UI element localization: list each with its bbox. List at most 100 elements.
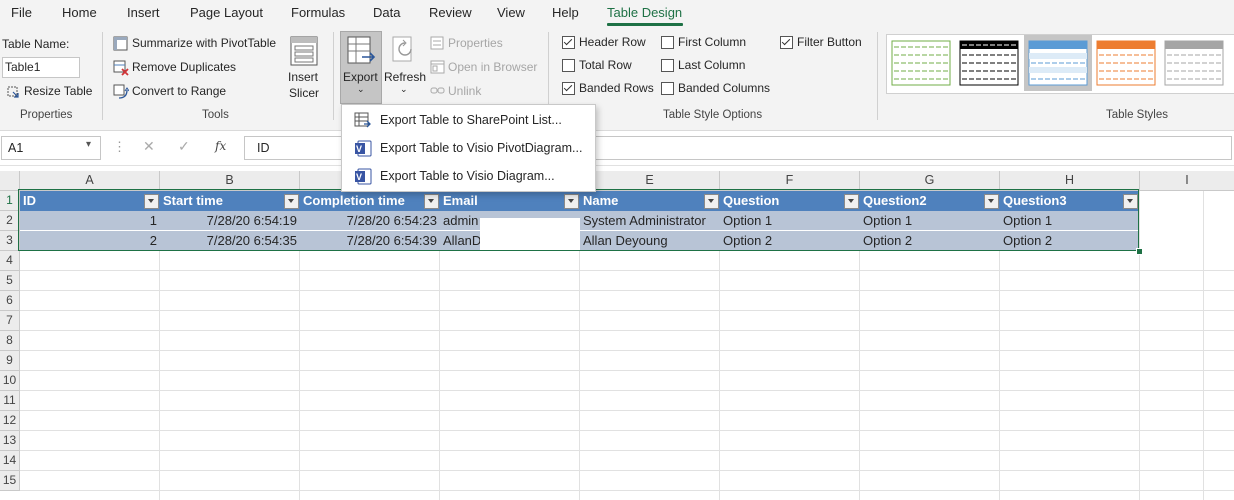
column-header-f[interactable]: F <box>720 171 860 191</box>
row-header-2[interactable]: 2 <box>0 211 20 231</box>
refresh-label: Refresh <box>384 70 427 84</box>
refresh-button[interactable]: Refresh ⌄ <box>383 32 427 102</box>
insert-slicer-button[interactable]: Insert Slicer <box>284 32 324 102</box>
row-header-5[interactable]: 5 <box>0 271 20 291</box>
table-style-gray-thumb[interactable] <box>1163 39 1225 87</box>
row-header-6[interactable]: 6 <box>0 291 20 311</box>
convert-to-range-button[interactable]: Convert to Range <box>112 83 242 101</box>
banded-rows-checkbox[interactable] <box>562 82 575 95</box>
confirm-icon[interactable]: ✓ <box>178 138 190 155</box>
table-name-value: Table1 <box>5 60 41 74</box>
group-separator <box>102 32 103 120</box>
tab-table-design[interactable]: Table Design <box>607 5 682 20</box>
export-visio-pivot-menu-item[interactable]: V Export Table to Visio PivotDiagram... <box>342 135 595 161</box>
insert-function-icon[interactable]: fx <box>215 139 226 153</box>
gridline <box>20 310 1234 311</box>
tab-file[interactable]: File <box>11 5 32 20</box>
column-header-g[interactable]: G <box>860 171 1000 191</box>
formula-bar-grip-icon[interactable]: ⋮ <box>113 139 126 155</box>
column-header-b[interactable]: B <box>160 171 300 191</box>
filter-button-checkbox[interactable] <box>780 36 793 49</box>
formula-content: ID <box>257 141 270 155</box>
active-tab-indicator <box>607 23 683 26</box>
table-styles-gallery <box>886 34 1234 94</box>
row-header-9[interactable]: 9 <box>0 351 20 371</box>
excel-table[interactable]: ID Start time Completion time Email Name… <box>18 189 1143 255</box>
export-button[interactable]: Export ⌄ <box>340 31 382 104</box>
group-separator <box>333 32 334 120</box>
export-chevron-icon: ⌄ <box>357 84 365 94</box>
export-sharepoint-label: Export Table to SharePoint List... <box>380 113 562 127</box>
row-header-7[interactable]: 7 <box>0 311 20 331</box>
visio-icon: V <box>355 140 372 157</box>
table-style-green-thumb[interactable] <box>890 39 952 87</box>
export-sharepoint-menu-item[interactable]: Export Table to SharePoint List... <box>342 107 595 133</box>
tab-home[interactable]: Home <box>62 5 97 20</box>
tab-insert[interactable]: Insert <box>127 5 160 20</box>
last-column-checkbox[interactable] <box>661 59 674 72</box>
column-header-h[interactable]: H <box>1000 171 1140 191</box>
row-header-11[interactable]: 11 <box>0 391 20 411</box>
table-styles-group-label: Table Styles <box>1106 109 1169 121</box>
slicer-icon <box>290 36 318 66</box>
column-header-e[interactable]: E <box>580 171 720 191</box>
formula-bar: A1 ▾ ⋮ ✕ ✓ fx ID <box>0 131 1234 166</box>
open-in-browser-button[interactable]: Open in Browser <box>429 59 544 77</box>
table-name-input[interactable]: Table1 <box>2 57 80 78</box>
resize-table-button[interactable]: Resize Table <box>2 83 97 101</box>
total-row-checkbox[interactable] <box>562 59 575 72</box>
remove-duplicates-button[interactable]: Remove Duplicates <box>112 59 242 77</box>
row-header-10[interactable]: 10 <box>0 371 20 391</box>
unlink-icon <box>430 87 445 94</box>
export-visio-diagram-menu-item[interactable]: V Export Table to Visio Diagram... <box>342 163 595 189</box>
gridline <box>20 350 1234 351</box>
table-style-blue-thumb[interactable] <box>1027 39 1089 87</box>
name-box[interactable]: A1 ▾ <box>1 136 101 160</box>
visio-icon: V <box>355 168 372 185</box>
tab-view[interactable]: View <box>497 5 525 20</box>
resize-table-label: Resize Table <box>24 84 93 98</box>
export-visio-pivot-label: Export Table to Visio PivotDiagram... <box>380 141 583 155</box>
gridline <box>1203 191 1204 500</box>
sharepoint-list-icon <box>354 112 371 128</box>
name-box-dropdown-icon[interactable]: ▾ <box>86 139 91 150</box>
summarize-pivottable-button[interactable]: Summarize with PivotTable <box>112 35 282 53</box>
group-separator <box>877 32 878 120</box>
tools-group-label: Tools <box>202 109 229 121</box>
banded-columns-checkbox[interactable] <box>661 82 674 95</box>
unlink-button[interactable]: Unlink <box>429 83 509 101</box>
row-header-1[interactable]: 1 <box>0 191 20 211</box>
worksheet-grid[interactable]: A B C D E F G H I 1 2 3 4 5 6 7 8 9 10 1… <box>0 171 1234 500</box>
tab-data[interactable]: Data <box>373 5 400 20</box>
column-header-i[interactable]: I <box>1140 171 1234 191</box>
tab-review[interactable]: Review <box>429 5 472 20</box>
row-header-12[interactable]: 12 <box>0 411 20 431</box>
table-style-orange-thumb[interactable] <box>1095 39 1157 87</box>
tab-formulas[interactable]: Formulas <box>291 5 345 20</box>
table-style-black-thumb[interactable] <box>958 39 1020 87</box>
table-style-options-group-label: Table Style Options <box>663 109 763 121</box>
tab-page-layout[interactable]: Page Layout <box>190 5 263 20</box>
svg-text:V: V <box>356 172 362 182</box>
row-header-14[interactable]: 14 <box>0 451 20 471</box>
row-header-4[interactable]: 4 <box>0 251 20 271</box>
first-column-label: First Column <box>678 35 747 49</box>
header-row-checkbox[interactable] <box>562 36 575 49</box>
row-header-13[interactable]: 13 <box>0 431 20 451</box>
row-header-8[interactable]: 8 <box>0 331 20 351</box>
properties-button[interactable]: Properties <box>429 35 539 53</box>
properties-group-label: Properties <box>20 109 73 121</box>
gridline <box>20 370 1234 371</box>
resize-handle[interactable] <box>1136 248 1143 255</box>
pivottable-icon <box>113 36 128 51</box>
first-column-checkbox[interactable] <box>661 36 674 49</box>
row-header-15[interactable]: 15 <box>0 471 20 491</box>
column-header-a[interactable]: A <box>20 171 160 191</box>
cancel-icon[interactable]: ✕ <box>143 138 155 155</box>
header-row-label: Header Row <box>579 35 646 49</box>
row-header-3[interactable]: 3 <box>0 231 20 251</box>
gridline <box>20 290 1234 291</box>
tab-help[interactable]: Help <box>552 5 579 20</box>
last-column-label: Last Column <box>678 58 746 72</box>
select-all-corner[interactable] <box>0 171 20 191</box>
